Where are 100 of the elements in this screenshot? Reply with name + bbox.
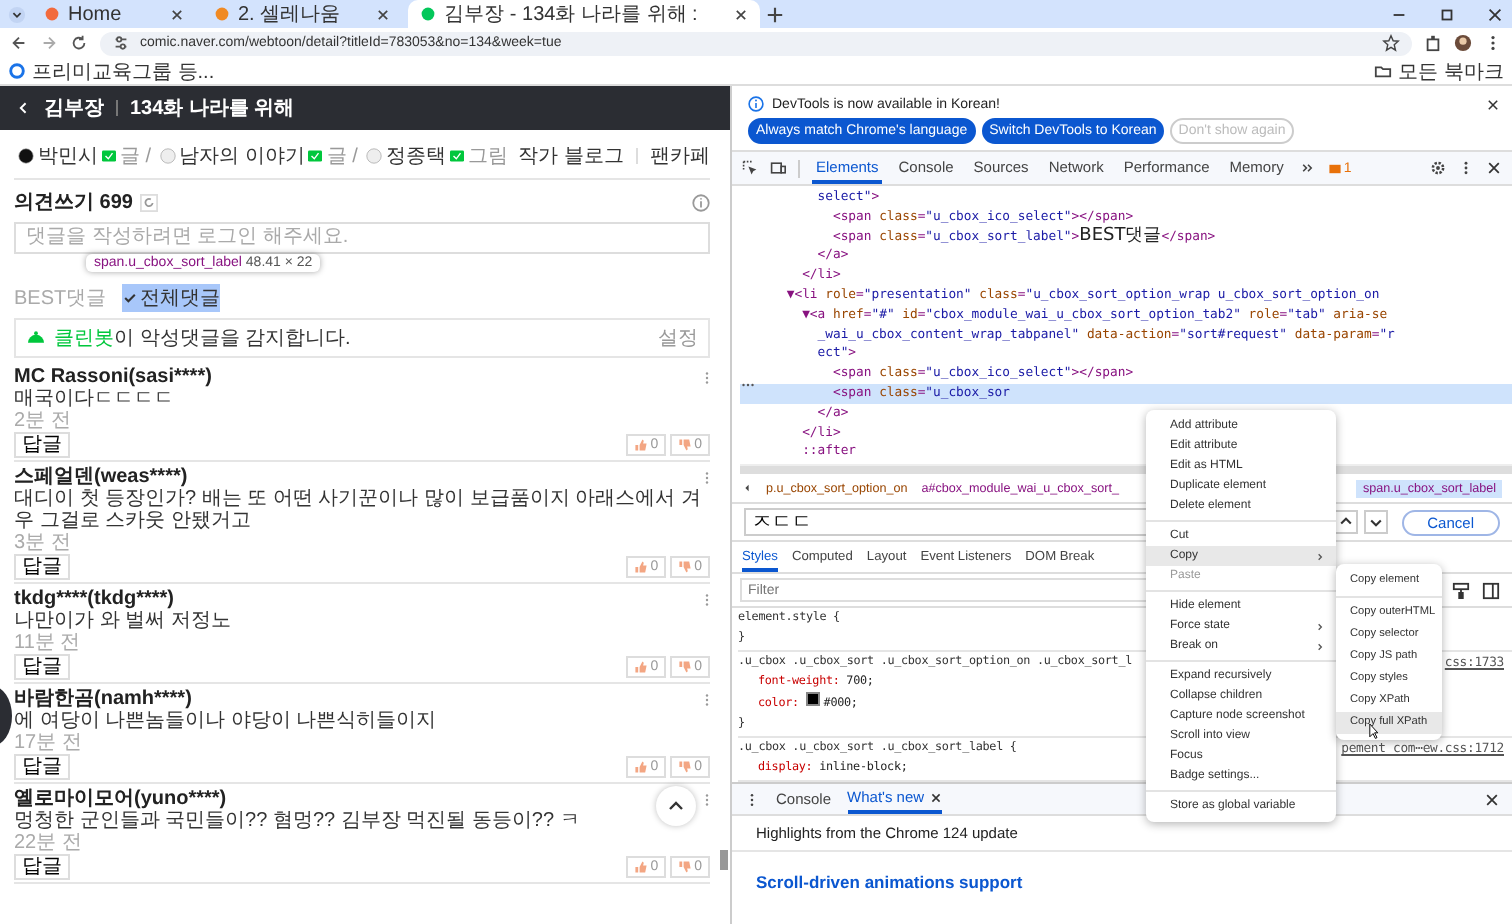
author-name[interactable]: 남자의 이야기 [179, 142, 305, 170]
cleanbot-message: 클린봇이 악성댓글을 감지합니다. [54, 326, 351, 352]
reply-button[interactable]: 답글 [14, 654, 70, 680]
thumbs-up-icon [634, 660, 649, 674]
scroll-left-icon[interactable] [742, 480, 752, 497]
more-icon[interactable] [704, 591, 710, 607]
scrollbar[interactable] [720, 850, 728, 870]
comments-title: 의견쓰기 699 [14, 190, 133, 216]
comment-field[interactable]: 댓글을 작성하려면 로그인 해주세요. [14, 222, 710, 254]
comment-author: tkdg****(tkdg****) [14, 588, 175, 610]
thumbs-down-icon [678, 560, 693, 574]
color-swatch[interactable] [805, 692, 820, 707]
paint-roller-icon[interactable] [1452, 581, 1470, 600]
thumbs-down-icon [678, 860, 693, 874]
comment-text: 멍청한 군인들과 국민들이?? 혐멍?? 김부장 먹진될 동등이?? ㅋ [14, 810, 582, 832]
author-role: 글 / [120, 144, 152, 170]
avatar-icon[interactable] [1454, 34, 1472, 52]
series-title: 김부장 [44, 96, 104, 122]
ellipsis-icon[interactable] [740, 382, 756, 388]
info-icon [748, 96, 764, 112]
close-icon[interactable] [733, 7, 748, 21]
thumbs-up-icon [634, 438, 649, 452]
scroll-top-button[interactable] [656, 786, 696, 826]
device-icon[interactable] [770, 160, 786, 176]
comment-text: 에 여당이 나쁜놈들이나 야당이 나쁜식히들이지 [14, 710, 439, 732]
reply-button[interactable]: 답글 [14, 554, 70, 580]
author-avatar-icon [18, 148, 34, 164]
new-tab-icon[interactable] [765, 5, 784, 23]
comment-text: 대디이 첫 등장인가? 배는 또 어떤 사기꾼이나 많이 보급품이지 아래스에서 겨우 그걸로 스카웃 안됐거고 [14, 488, 703, 532]
more-tabs-icon[interactable] [1299, 160, 1316, 176]
episode-title: 134화 나라를 위해 [130, 96, 295, 122]
reload-icon[interactable] [70, 34, 88, 52]
comment-text: 매국이다ㄷㄷㄷㄷ [14, 388, 176, 410]
close-icon[interactable] [376, 7, 391, 21]
comment-text: 나만이가 와 벌써 저정노 [14, 610, 233, 632]
inspect-icon[interactable] [742, 160, 758, 176]
author-link[interactable]: 팬카페 [650, 142, 710, 170]
thumbs-up-icon [634, 860, 649, 874]
feature-title[interactable]: Scroll-driven animations support [732, 852, 1512, 893]
robot-icon [26, 330, 46, 346]
back-icon[interactable] [16, 100, 32, 116]
flag-icon [1327, 161, 1342, 175]
favicon-icon [420, 6, 437, 22]
sidebar-icon[interactable] [1482, 581, 1500, 600]
info-icon[interactable] [692, 193, 710, 211]
tab-search-icon[interactable] [8, 5, 26, 23]
more-icon[interactable] [704, 469, 710, 485]
more-icon[interactable] [704, 691, 710, 707]
restore-icon[interactable] [1438, 5, 1456, 23]
reply-button[interactable]: 답글 [14, 854, 70, 880]
author-role: 그림 [467, 144, 508, 170]
author-role: 글 / [326, 144, 358, 170]
author-avatar-icon [365, 148, 382, 164]
chevron-right-icon [1316, 549, 1324, 563]
favicon-icon [214, 6, 230, 22]
author-name[interactable]: 박민시 [38, 142, 98, 170]
sort-tab[interactable]: 전체댓글 [122, 284, 221, 312]
comment-author: MC Rassoni(sasi****) [14, 366, 212, 388]
reply-button[interactable]: 답글 [14, 432, 70, 458]
comment-time: 17분 전 [14, 732, 84, 754]
browser-tab[interactable]: 2. 셀레나움 [202, 0, 403, 28]
close-icon[interactable] [1486, 5, 1504, 23]
extensions-icon[interactable] [1424, 34, 1442, 52]
thumbs-down-icon [678, 438, 693, 452]
comment-author: 스페얼덴(weas****) [14, 466, 188, 488]
thumbs-down-icon [678, 660, 693, 674]
star-icon[interactable] [1382, 34, 1400, 52]
all-bookmarks-button[interactable]: 모든 북마크 [1374, 57, 1504, 85]
comment-time: 2분 전 [14, 410, 73, 432]
more-icon[interactable] [704, 791, 710, 807]
comment-time: 3분 전 [14, 532, 73, 554]
verified-icon [102, 150, 116, 162]
author-link[interactable]: 작가 블로그 [518, 142, 624, 170]
globe-icon [8, 62, 26, 80]
comment-time: 11분 전 [14, 632, 83, 654]
author-name[interactable]: 정종택 [385, 142, 446, 170]
next-button[interactable] [1363, 510, 1388, 535]
comment-author: 바람한곰(namh****) [14, 688, 192, 710]
settings-icon[interactable] [1430, 160, 1446, 176]
close-icon[interactable] [1484, 791, 1500, 808]
thumbs-up-icon [634, 560, 649, 574]
close-icon[interactable] [1486, 160, 1502, 176]
bookmark[interactable]: 프리미교육그룹 등... [8, 57, 215, 85]
back-icon[interactable] [10, 34, 28, 52]
chevron-down-icon [1367, 514, 1384, 531]
thumbs-down-icon [678, 760, 693, 774]
browser-tab[interactable]: Home [32, 0, 196, 28]
more-icon[interactable] [704, 369, 710, 385]
site-info-icon[interactable] [112, 34, 130, 52]
comment-time: 22분 전 [14, 832, 84, 854]
check-icon [122, 290, 139, 306]
author-avatar-icon [159, 148, 176, 164]
refresh-icon[interactable] [140, 193, 159, 211]
close-icon[interactable] [1486, 97, 1500, 111]
verified-icon [449, 150, 464, 162]
browser-tab[interactable]: 김부장 - 134화 나라를 위해 : [408, 0, 760, 28]
close-icon[interactable] [930, 791, 943, 804]
folder-icon [1374, 62, 1393, 80]
close-icon[interactable] [170, 7, 184, 21]
reply-button[interactable]: 답글 [14, 754, 70, 780]
